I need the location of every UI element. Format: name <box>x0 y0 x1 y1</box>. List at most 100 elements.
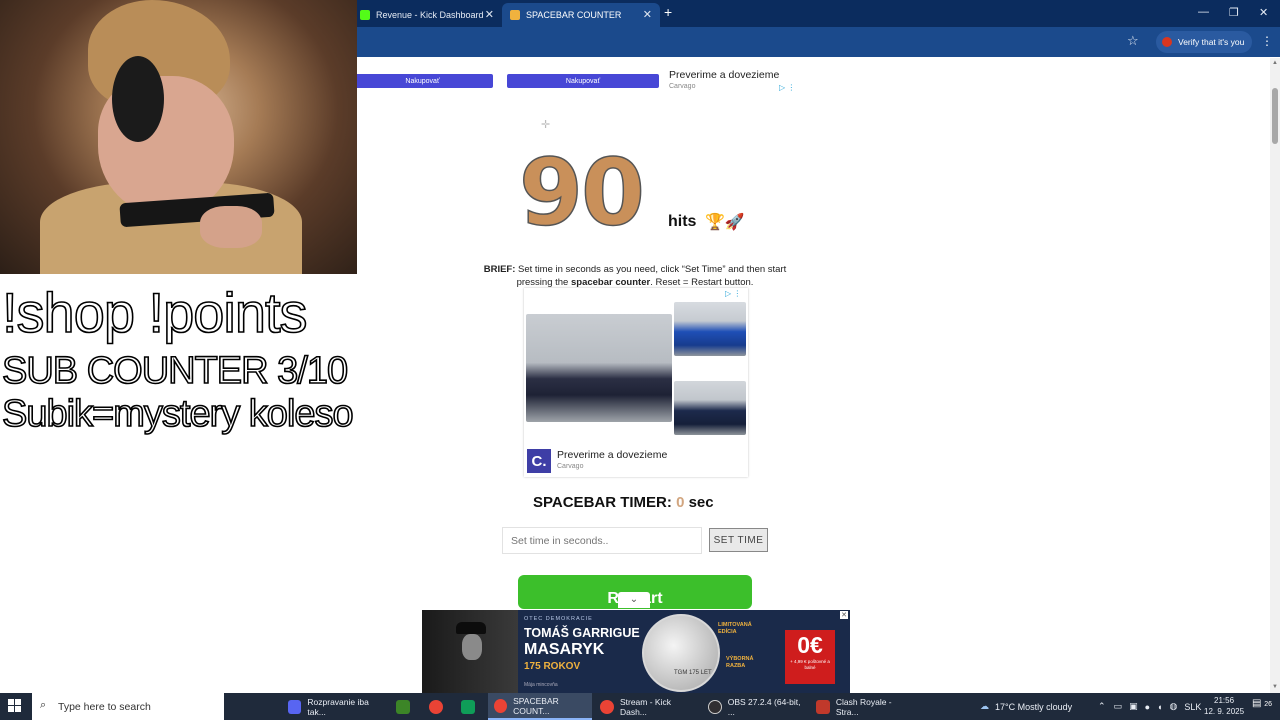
tray-display-icon[interactable]: ▣ <box>1129 701 1138 712</box>
price-note: + 4,99 € poštovné a balné <box>790 659 830 670</box>
mouse-cursor-icon: ✛ <box>541 119 551 131</box>
new-tab-button[interactable]: + <box>664 4 672 20</box>
webcam-hand <box>200 206 262 248</box>
headset-icon <box>112 56 164 142</box>
browser-menu-icon[interactable]: ⋮ <box>1261 34 1273 48</box>
brief-text-end: . Reset = Restart button. <box>650 277 754 288</box>
trophy-favicon-icon <box>510 10 520 20</box>
set-time-button[interactable]: SET TIME <box>709 528 768 552</box>
spacebar-timer: SPACEBAR TIMER: 0 sec <box>533 494 714 511</box>
taskbar-app-spacebar-counter[interactable]: SPACEBAR COUNT... <box>488 693 592 720</box>
brief-label: BRIEF: <box>483 264 516 275</box>
taskbar-app-obs[interactable]: OBS 27.2.4 (64-bit, ... <box>702 693 808 720</box>
taskbar-app-label: OBS 27.2.4 (64-bit, ... <box>727 696 801 717</box>
kick-favicon-icon <box>360 10 370 20</box>
scroll-down-arrow-icon[interactable]: ▼ <box>1272 684 1278 690</box>
taskbar-search-box[interactable]: ⌕ Type here to search <box>32 693 224 720</box>
banner-brand: Mája mincovňa <box>524 682 558 688</box>
scroll-up-arrow-icon[interactable]: ▲ <box>1272 60 1278 66</box>
car-photo-blue <box>674 302 746 356</box>
tray-microphone-icon[interactable]: ● <box>1145 702 1150 712</box>
taskbar-clock[interactable]: 21:56 12. 9. 2025 <box>1204 695 1244 717</box>
tab-close-icon[interactable]: ✕ <box>643 8 652 21</box>
taskbar-app-minecraft[interactable] <box>390 693 418 720</box>
notification-icon: ▤ <box>1252 698 1262 709</box>
car-photo-dark <box>674 381 746 435</box>
shop-button[interactable]: Nakupovať <box>352 74 493 88</box>
clash-royale-icon <box>816 699 830 714</box>
tab-spacebar-counter[interactable]: SPACEBAR COUNTER ✕ <box>502 3 660 27</box>
notification-count: 26 <box>1264 701 1273 708</box>
tab-revenue-kick-dashboard[interactable]: Revenue - Kick Dashboard ✕ <box>352 3 502 27</box>
profile-avatar-icon <box>1162 37 1172 47</box>
timer-value: 0 <box>676 494 685 511</box>
timer-label: SPACEBAR TIMER: <box>533 494 672 511</box>
webcam-overlay <box>0 0 357 274</box>
chrome-icon <box>600 699 614 714</box>
tab-close-icon[interactable]: ✕ <box>485 8 494 21</box>
adchoices-icon[interactable]: ▷ ⋮ <box>725 289 741 298</box>
carvago-logo: C. <box>527 449 551 473</box>
price-value: 0€ <box>797 632 823 658</box>
discord-icon <box>288 699 302 714</box>
banner-name-last: MASARYK <box>524 641 605 658</box>
taskbar-app-sheets[interactable] <box>455 693 483 720</box>
windows-start-icon[interactable] <box>8 699 22 713</box>
ad-source: Carvago <box>669 83 696 90</box>
close-window-button[interactable]: ✕ <box>1259 6 1268 19</box>
hit-counter-value: 90 <box>518 138 646 247</box>
tray-chevron-icon[interactable]: ⌃ <box>1098 701 1106 712</box>
taskbar-app-label: Rozpravanie iba tak... <box>307 696 369 717</box>
collapse-ad-button[interactable]: ⌄ <box>618 592 650 608</box>
brief-instructions: BRIEF: Set time in seconds as you need, … <box>470 263 800 289</box>
notification-center-button[interactable]: ▤ 26 <box>1252 698 1272 709</box>
stream-overlay-sub-counter: SUB COUNTER 3/10 <box>1 349 349 393</box>
banner-years: 175 ROKOV <box>524 661 581 672</box>
weather-text: 17°C Mostly cloudy <box>995 701 1073 712</box>
shop-button[interactable]: Nakupovať <box>507 74 659 88</box>
coin-label: TGM 175 LET <box>674 670 712 676</box>
banner-mint: VÝBORNÁ RAZBA <box>726 656 754 669</box>
tray-network-icon[interactable]: ▭ <box>1114 701 1123 712</box>
minecraft-icon <box>396 699 410 714</box>
ad-close-icon[interactable]: ✕ <box>840 611 848 619</box>
portrait-face <box>462 634 482 660</box>
weather-widget[interactable]: ☁ 17°C Mostly cloudy <box>980 693 1072 720</box>
top-ad[interactable]: Preverime a dovezieme Carvago ▷ ⋮ <box>665 62 801 96</box>
adchoices-icon[interactable]: ▷ ⋮ <box>779 83 795 92</box>
search-icon: ⌕ <box>40 699 47 711</box>
tab-label: Revenue - Kick Dashboard <box>376 10 484 20</box>
time-seconds-input[interactable] <box>502 527 702 554</box>
ad-title: Preverime a dovezieme <box>669 69 780 81</box>
car-photo-large <box>526 314 672 422</box>
car-ad[interactable]: ▷ ⋮ C. Preverime a dovezieme Carvago <box>524 288 748 477</box>
profile-verify-label: Verify that it's you <box>1178 37 1245 47</box>
profile-verify-button[interactable]: Verify that it's you <box>1156 31 1252 53</box>
taskbar-app-clash-royale[interactable]: Clash Royale - Stra... <box>810 693 916 720</box>
scrollbar-thumb[interactable] <box>1272 88 1278 144</box>
stream-overlay-commands: !shop !points <box>1 280 308 345</box>
sheets-icon <box>461 699 475 714</box>
clock-time: 21:56 <box>1214 696 1235 705</box>
tab-label: SPACEBAR COUNTER <box>526 10 622 20</box>
tray-volume-icon[interactable]: ◖ <box>1157 702 1162 712</box>
masaryk-coin-banner-ad[interactable]: OTEC DEMOKRACIE TOMÁŠ GARRIGUE MASARYK 1… <box>422 610 850 693</box>
minimize-button[interactable]: — <box>1198 6 1209 18</box>
input-language[interactable]: SLK <box>1184 702 1201 712</box>
page-scrollbar[interactable] <box>1270 58 1280 694</box>
maximize-button[interactable]: ❐ <box>1229 6 1239 19</box>
search-placeholder: Type here to search <box>58 700 151 713</box>
bookmark-star-icon[interactable]: ☆ <box>1127 33 1139 49</box>
taskbar-app-discord[interactable]: Rozpravanie iba tak... <box>282 693 386 720</box>
ad-source: Carvago <box>557 463 584 470</box>
taskbar-app-kick-dashboard[interactable]: Stream - Kick Dash... <box>594 693 700 720</box>
banner-edition: LIMITOVANÁ EDÍCIA <box>718 622 752 635</box>
taskbar-app-chrome[interactable] <box>423 693 451 720</box>
taskbar-app-label: SPACEBAR COUNT... <box>513 695 559 716</box>
banner-price: 0€ + 4,99 € poštovné a balné <box>785 630 835 684</box>
stream-overlay-sub-reward: Subik=mystery koleso <box>1 392 354 436</box>
banner-kicker: OTEC DEMOKRACIE <box>524 616 593 622</box>
tray-globe-icon[interactable]: ◍ <box>1169 701 1177 712</box>
system-tray[interactable]: ⌃ ▭ ▣ ● ◖ ◍ SLK <box>1098 693 1201 720</box>
clock-date: 12. 9. 2025 <box>1204 707 1245 716</box>
